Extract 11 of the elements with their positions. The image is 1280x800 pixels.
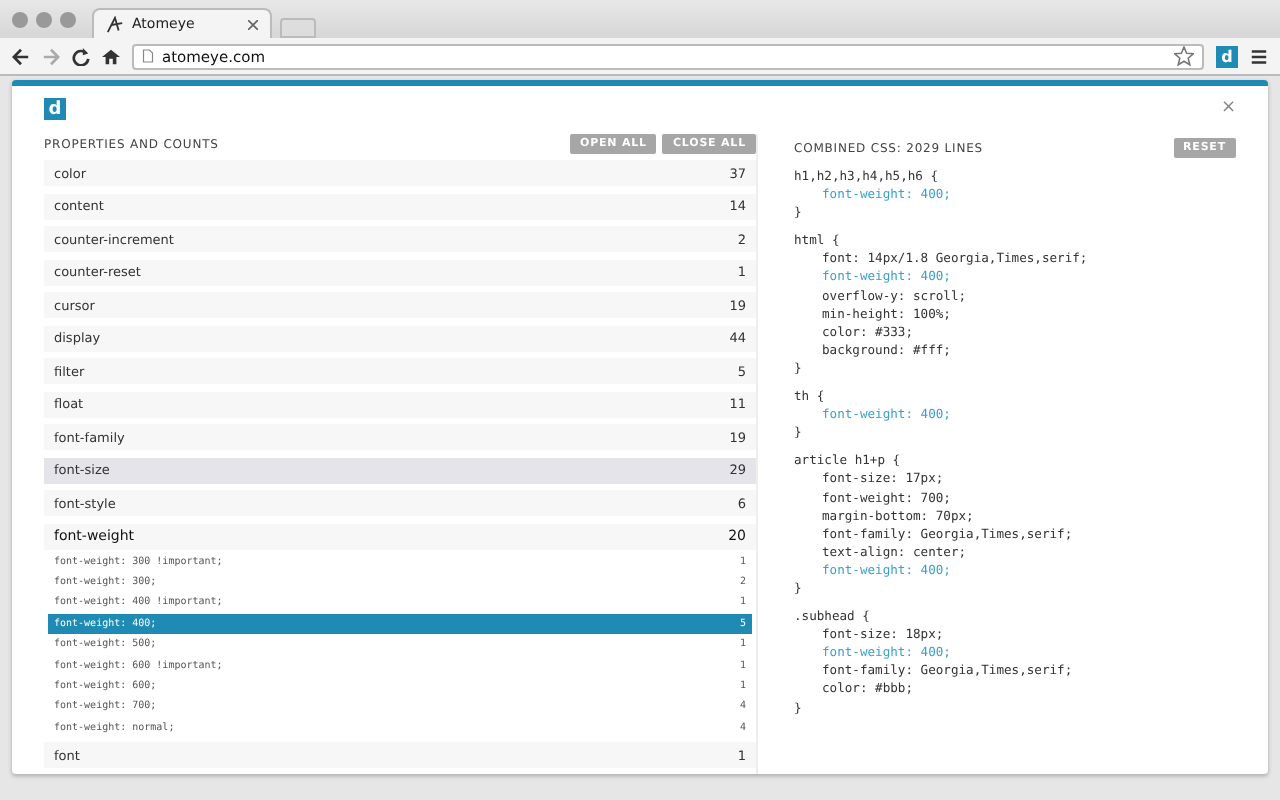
extension-button[interactable]: d bbox=[1216, 45, 1238, 67]
scribble-icon bbox=[106, 15, 124, 33]
reload-icon[interactable] bbox=[72, 47, 90, 65]
close-button[interactable]: × bbox=[1220, 98, 1236, 118]
home-icon[interactable] bbox=[102, 47, 120, 65]
menu-icon[interactable] bbox=[1250, 47, 1268, 65]
page-icon bbox=[142, 48, 154, 64]
back-icon[interactable] bbox=[12, 47, 30, 65]
app-logo: d bbox=[44, 98, 66, 120]
star-icon[interactable] bbox=[1174, 46, 1194, 66]
close-icon[interactable] bbox=[248, 19, 258, 29]
